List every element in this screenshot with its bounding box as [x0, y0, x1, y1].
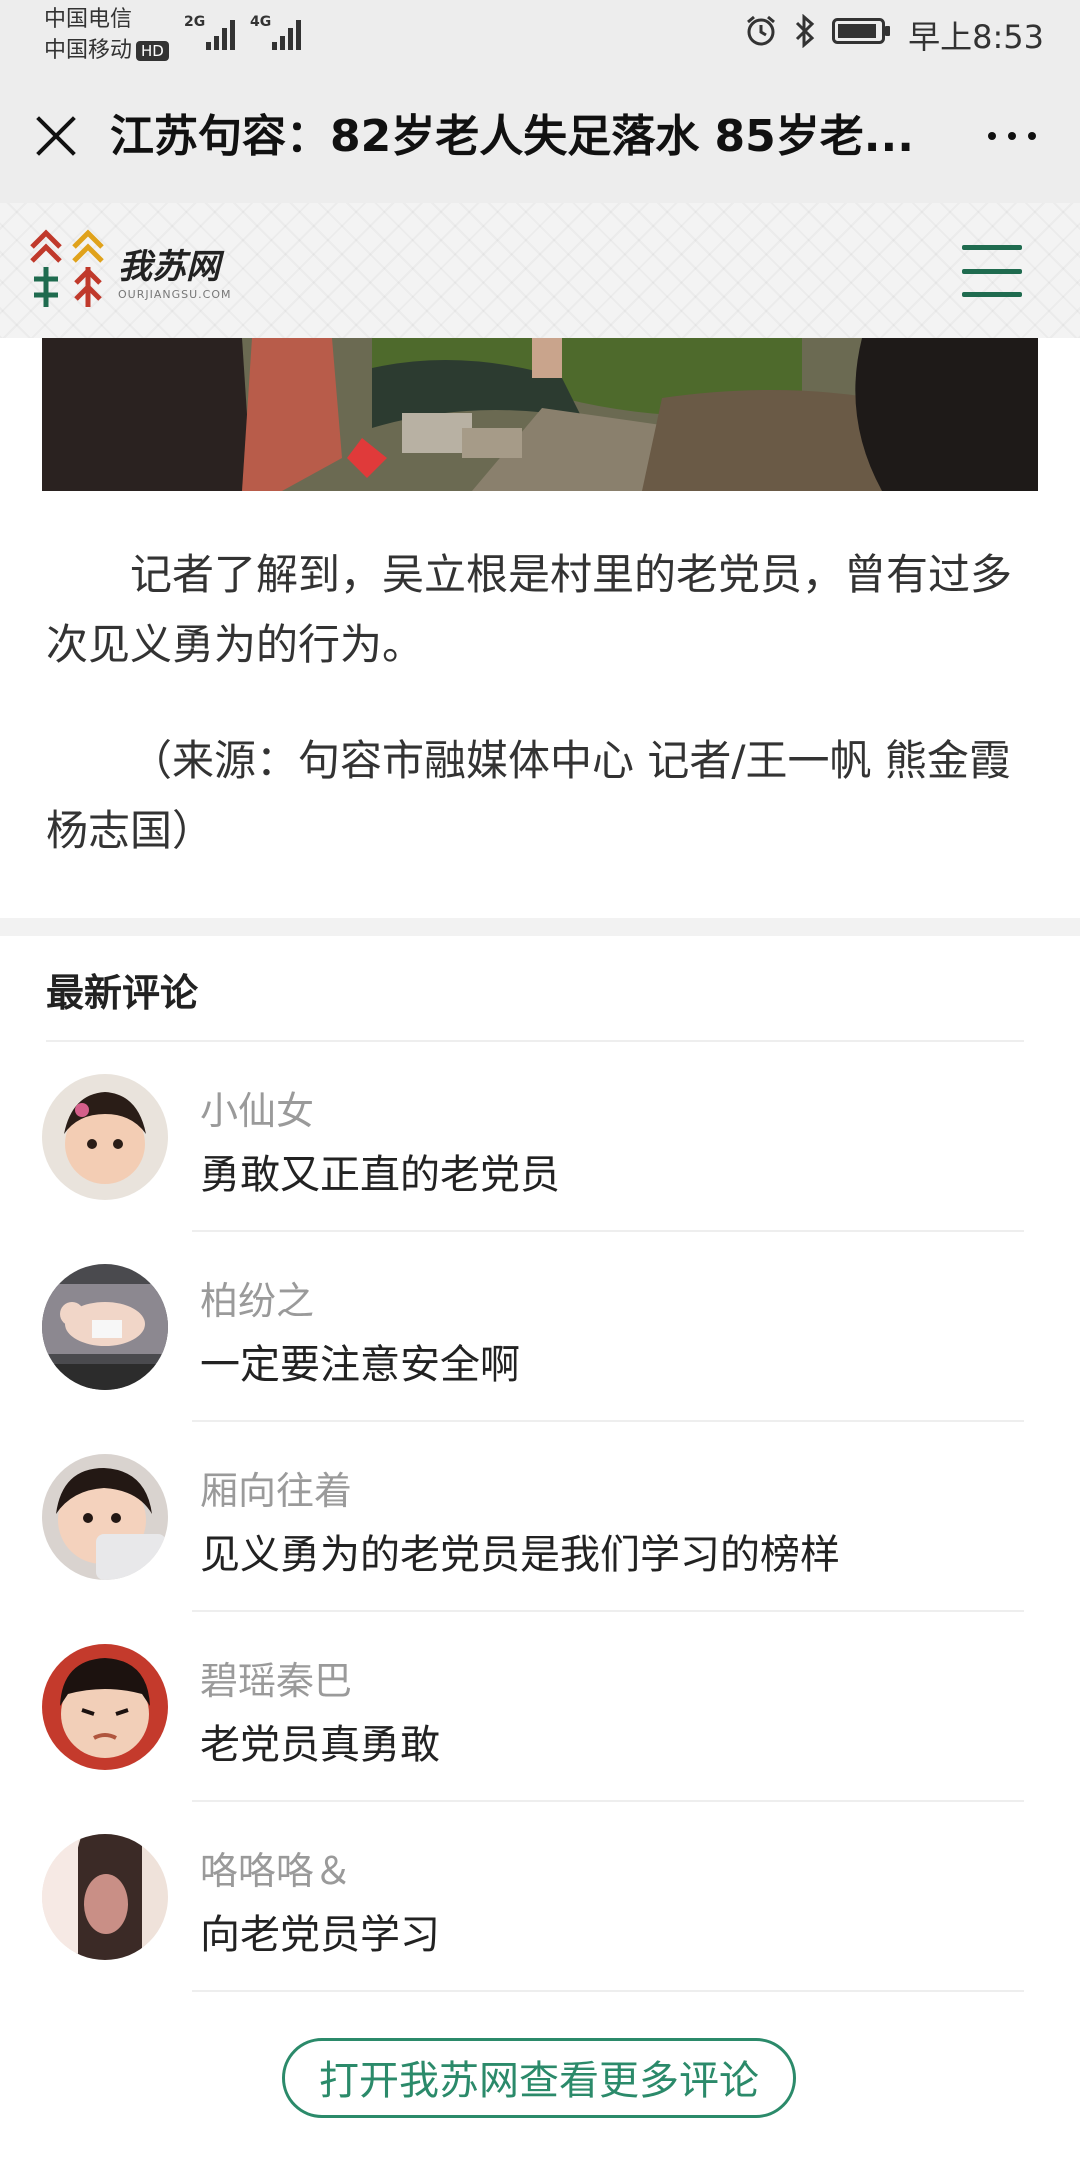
divider: [192, 1990, 1024, 1992]
site-domain: OURJIANGSU.COM: [118, 288, 232, 301]
site-header: 我苏网 OURJIANGSU.COM: [0, 203, 1080, 338]
article-source: （来源：句容市融媒体中心 记者/王一帆 熊金霞 杨志国）: [46, 736, 1011, 855]
comment-item: 小仙女 勇敢又正直的老党员: [0, 1042, 1080, 1232]
more-options-icon[interactable]: [988, 132, 1036, 140]
site-name: 我苏网: [118, 247, 220, 287]
comment-item: 柏纷之 一定要注意安全啊: [0, 1232, 1080, 1422]
carrier-1: 中国电信: [44, 7, 133, 32]
article-photo: [42, 338, 1038, 491]
battery-icon: [832, 16, 892, 54]
logo-icon: [30, 229, 104, 307]
hd-badge: HD: [136, 41, 169, 61]
comments-title: 最新评论: [46, 971, 199, 1015]
comment-item: 厢向往着 见义勇为的老党员是我们学习的榜样: [0, 1422, 1080, 1612]
article-body: 记者了解到，吴立根是村里的老党员，曾有过多次见义勇为的行为。 （来源：句容市融媒…: [46, 540, 1036, 866]
carrier-2: 中国移动: [44, 38, 133, 63]
comment-text: 见义勇为的老党员是我们学习的榜样: [200, 1532, 840, 1578]
comment-author: 厢向往着: [200, 1469, 353, 1513]
avatar[interactable]: [42, 1074, 168, 1200]
alarm-icon: [744, 14, 778, 56]
comment-text: 老党员真勇敢: [200, 1722, 440, 1768]
comment-text: 向老党员学习: [200, 1912, 440, 1958]
comment-author: 碧瑶秦巴: [200, 1659, 353, 1703]
comment-item: 咯咯咯＆ 向老党员学习: [0, 1802, 1080, 1992]
menu-icon[interactable]: [962, 245, 1022, 297]
comment-author: 柏纷之: [200, 1279, 315, 1323]
network-type-1: 2G: [184, 14, 206, 30]
avatar[interactable]: [42, 1264, 168, 1390]
status-bar: 中国电信 中国移动 HD 2G 4G 早上8:53: [0, 0, 1080, 70]
comment-text: 勇敢又正直的老党员: [200, 1152, 560, 1198]
avatar[interactable]: [42, 1644, 168, 1770]
close-icon[interactable]: [34, 114, 78, 158]
page-title: 江苏句容：82岁老人失足落水 85岁老...: [110, 111, 914, 162]
carrier-info: 中国电信 中国移动 HD: [44, 4, 169, 66]
comment-text: 一定要注意安全啊: [200, 1342, 520, 1388]
avatar[interactable]: [42, 1834, 168, 1960]
comment-author: 咯咯咯＆: [200, 1849, 353, 1893]
avatar[interactable]: [42, 1454, 168, 1580]
network-type-2: 4G: [250, 14, 272, 30]
site-logo[interactable]: 我苏网 OURJIANGSU.COM: [26, 225, 231, 315]
article-paragraph: 记者了解到，吴立根是村里的老党员，曾有过多次见义勇为的行为。: [46, 550, 1013, 669]
nav-bar: 江苏句容：82岁老人失足落水 85岁老...: [0, 70, 1080, 203]
signal-icon-2: 4G: [250, 14, 308, 54]
bluetooth-icon: [794, 13, 816, 56]
open-app-more-comments-button[interactable]: 打开我苏网查看更多评论: [282, 2038, 796, 2118]
comment-item: 碧瑶秦巴 老党员真勇敢: [0, 1612, 1080, 1802]
signal-icon-1: 2G: [184, 14, 242, 54]
section-divider: [0, 918, 1080, 936]
comment-author: 小仙女: [200, 1089, 315, 1133]
clock-time: 早上8:53: [908, 18, 1044, 56]
